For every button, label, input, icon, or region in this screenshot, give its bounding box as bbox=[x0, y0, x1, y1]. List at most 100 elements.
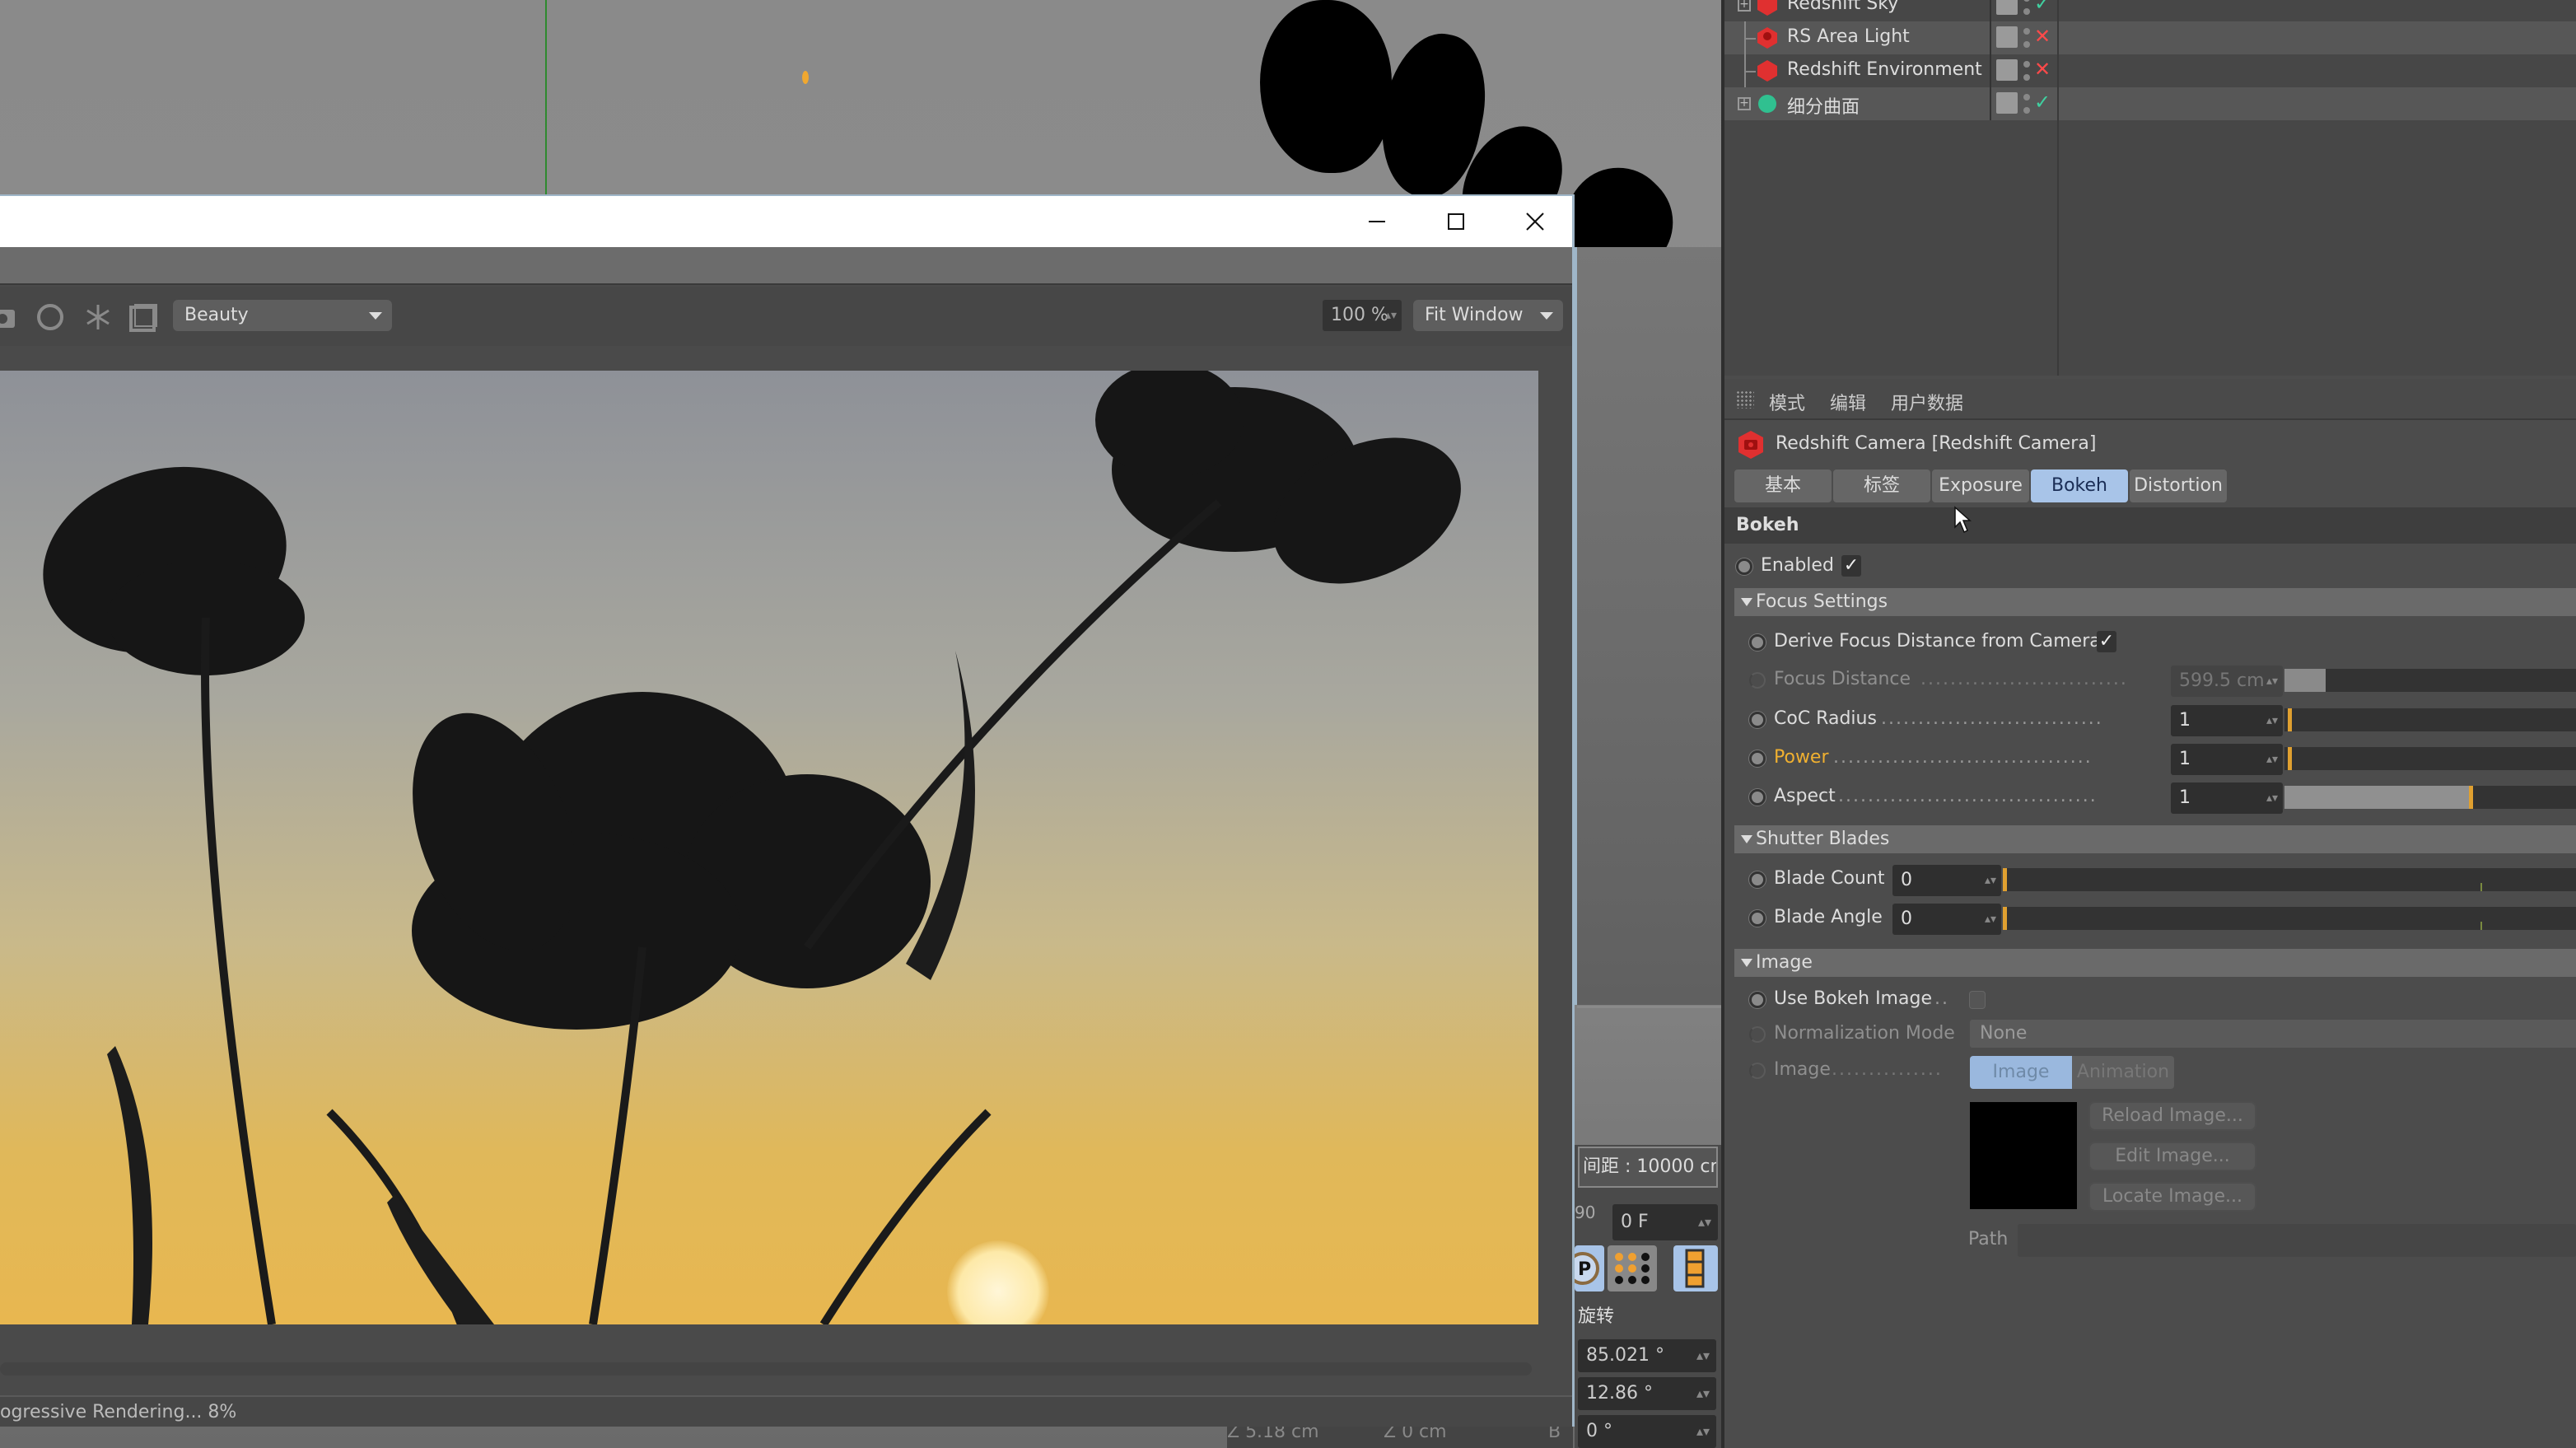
expand-icon[interactable]: + bbox=[1738, 0, 1751, 12]
minimize-button[interactable] bbox=[1337, 196, 1416, 247]
enabled-row: Enabled ✓ bbox=[1724, 549, 2576, 585]
chevron-down-icon bbox=[369, 312, 382, 320]
object-row[interactable]: RS Area Light ✕ bbox=[1724, 21, 2576, 54]
status-bar: ogressive Rendering... 8% bbox=[0, 1395, 1572, 1427]
aspect-slider[interactable] bbox=[2284, 786, 2576, 809]
tab-bokeh[interactable]: Bokeh bbox=[2031, 469, 2128, 502]
attribute-tabs: 基本 标签 Exposure Bokeh Distortion bbox=[1734, 469, 2228, 504]
aov-dropdown[interactable]: Beauty bbox=[173, 300, 392, 331]
disabled-x-icon[interactable]: ✕ bbox=[2034, 58, 2051, 81]
animate-radio[interactable] bbox=[1749, 1063, 1766, 1079]
tab-basic[interactable]: 基本 bbox=[1734, 469, 1832, 502]
visibility-dots-icon[interactable] bbox=[2023, 58, 2031, 84]
grip-icon[interactable] bbox=[1736, 390, 1754, 409]
animate-radio[interactable] bbox=[1749, 1026, 1766, 1043]
coc-radius-slider[interactable] bbox=[2284, 708, 2576, 731]
blade-angle-slider[interactable] bbox=[2003, 907, 2576, 930]
maximize-button[interactable] bbox=[1416, 196, 1496, 247]
disabled-x-icon[interactable]: ✕ bbox=[2034, 25, 2051, 48]
animate-radio[interactable] bbox=[1749, 672, 1766, 689]
menu-user-data[interactable]: 用户数据 bbox=[1891, 389, 1963, 415]
spin-arrows-icon[interactable]: ▴▾ bbox=[1385, 300, 1397, 331]
object-row[interactable]: Redshift Environment ✕ bbox=[1724, 54, 2576, 87]
snowflake-icon[interactable] bbox=[84, 303, 112, 331]
visibility-dots-icon[interactable] bbox=[2023, 25, 2031, 51]
menu-mode[interactable]: 模式 bbox=[1769, 389, 1805, 415]
focus-distance-slider[interactable] bbox=[2284, 669, 2576, 692]
camera-icon[interactable] bbox=[0, 303, 16, 331]
image-mode-image[interactable]: Image bbox=[1970, 1056, 2072, 1089]
power-field[interactable]: 1 ▴▾ bbox=[2171, 744, 2283, 775]
enabled-checkbox[interactable]: ✓ bbox=[1841, 555, 1861, 577]
fit-window-dropdown[interactable]: Fit Window bbox=[1413, 300, 1563, 331]
animate-radio[interactable] bbox=[1736, 558, 1752, 575]
image-header[interactable]: Image bbox=[1734, 949, 2576, 977]
menu-edit[interactable]: 编辑 bbox=[1830, 389, 1866, 415]
attribute-menu-bar: 模式 编辑 用户数据 bbox=[1724, 379, 2576, 420]
expand-icon[interactable]: + bbox=[1738, 97, 1751, 110]
render-image bbox=[0, 371, 1538, 1324]
layer-icon[interactable] bbox=[1996, 92, 2018, 114]
mouse-cursor-icon bbox=[1954, 506, 1972, 534]
rotation-p-field[interactable]: 12.86 ° ▴▾ bbox=[1578, 1377, 1716, 1410]
blade-angle-field[interactable]: 0 ▴▾ bbox=[1892, 904, 2001, 935]
window-titlebar[interactable] bbox=[0, 194, 1572, 247]
frame-icon[interactable] bbox=[128, 303, 157, 332]
path-input[interactable] bbox=[2018, 1224, 2576, 1257]
enabled-check-icon[interactable]: ✓ bbox=[2034, 91, 2051, 114]
keyframe-grid-icon[interactable] bbox=[1608, 1245, 1657, 1292]
film-strip-icon[interactable] bbox=[1673, 1245, 1718, 1292]
spin-arrows-icon[interactable]: ▴▾ bbox=[1698, 1204, 1711, 1240]
close-button[interactable] bbox=[1496, 196, 1575, 247]
animate-radio[interactable] bbox=[1749, 750, 1766, 767]
tab-tags[interactable]: 标签 bbox=[1833, 469, 1930, 502]
circle-icon[interactable] bbox=[36, 303, 64, 331]
aspect-field[interactable]: 1 ▴▾ bbox=[2171, 782, 2283, 814]
rotation-b-field[interactable]: 0 ° ▴▾ bbox=[1578, 1415, 1716, 1448]
layer-icon[interactable] bbox=[1996, 59, 2018, 81]
section-title: Bokeh bbox=[1724, 507, 2576, 544]
animate-radio[interactable] bbox=[1749, 910, 1766, 927]
blade-count-field[interactable]: 0 ▴▾ bbox=[1892, 865, 2001, 896]
animate-radio[interactable] bbox=[1749, 992, 1766, 1008]
tab-distortion[interactable]: Distortion bbox=[2130, 469, 2227, 502]
rotation-h-field[interactable]: 85.021 ° ▴▾ bbox=[1578, 1339, 1716, 1372]
animate-radio[interactable] bbox=[1749, 712, 1766, 728]
animate-radio[interactable] bbox=[1749, 871, 1766, 888]
coc-radius-field[interactable]: 1 ▴▾ bbox=[2171, 705, 2283, 736]
blade-count-row: Blade Count 0 ▴▾ bbox=[1724, 862, 2576, 898]
blade-count-slider[interactable] bbox=[2003, 868, 2576, 891]
use-bokeh-image-checkbox[interactable] bbox=[1970, 992, 1985, 1008]
enabled-check-icon[interactable]: ✓ bbox=[2034, 0, 2051, 15]
blade-angle-row: Blade Angle 0 ▴▾ bbox=[1724, 900, 2576, 937]
layer-icon[interactable] bbox=[1996, 26, 2018, 48]
use-bokeh-image-row: Use Bokeh Image ... bbox=[1724, 982, 2576, 1018]
frame-field[interactable]: 0 F ▴▾ bbox=[1612, 1204, 1718, 1240]
playback-p-icon[interactable]: P bbox=[1566, 1245, 1604, 1292]
tab-exposure[interactable]: Exposure bbox=[1932, 469, 2029, 502]
derive-focus-checkbox[interactable]: ✓ bbox=[2097, 631, 2116, 652]
object-title: Redshift Camera [Redshift Camera] bbox=[1776, 433, 2097, 454]
object-row[interactable]: + 细分曲面 ✓ bbox=[1724, 87, 2576, 120]
visibility-dots-icon[interactable] bbox=[2023, 91, 2031, 117]
power-slider[interactable] bbox=[2284, 747, 2576, 770]
animate-radio[interactable] bbox=[1749, 789, 1766, 806]
svg-text:P: P bbox=[1578, 1259, 1591, 1280]
zoom-level-field[interactable]: 100 % ▴▾ bbox=[1323, 300, 1402, 331]
normalization-mode-dropdown[interactable]: None bbox=[1970, 1020, 2576, 1048]
image-mode-animation[interactable]: Animation bbox=[2072, 1056, 2174, 1089]
image-mode-row: Image ............... Image Animation bbox=[1724, 1053, 2576, 1089]
locate-image-button[interactable]: Locate Image... bbox=[2088, 1182, 2256, 1212]
layer-icon[interactable] bbox=[1996, 0, 2018, 15]
horizontal-scrollbar[interactable] bbox=[0, 1357, 1538, 1379]
focus-distance-field[interactable]: 599.5 cm ▴▾ bbox=[2171, 666, 2283, 697]
reload-image-button[interactable]: Reload Image... bbox=[2088, 1101, 2256, 1131]
edit-image-button[interactable]: Edit Image... bbox=[2088, 1142, 2256, 1171]
object-row[interactable]: + Redshift Sky ✓ bbox=[1724, 0, 2576, 21]
animate-radio[interactable] bbox=[1749, 634, 1766, 651]
shutter-blades-header[interactable]: Shutter Blades bbox=[1734, 825, 2576, 853]
visibility-dots-icon[interactable] bbox=[2023, 0, 2031, 18]
image-mode-toggle: Image Animation bbox=[1970, 1056, 2174, 1089]
aspect-row: Aspect .................................… bbox=[1724, 779, 2576, 815]
focus-settings-header[interactable]: Focus Settings bbox=[1734, 588, 2576, 616]
